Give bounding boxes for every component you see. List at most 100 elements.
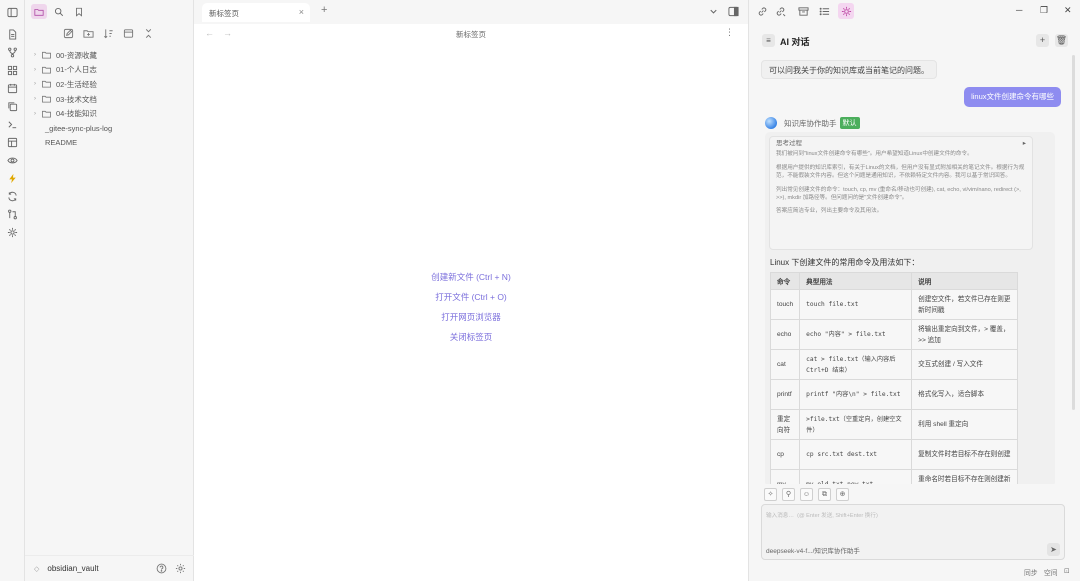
folder-item[interactable]: › 02-生活经验	[34, 77, 194, 92]
git-compare-icon[interactable]	[7, 209, 18, 220]
system-message: 可以问我关于你的知识库或当前笔记的问题。	[761, 60, 937, 79]
table-cell: cp src.txt dest.txt	[799, 439, 913, 470]
view-header: ← → 新标签页 ⋮	[194, 24, 748, 42]
git-branch-icon[interactable]	[7, 47, 18, 58]
eye-icon[interactable]	[7, 155, 18, 166]
create-new-file-link[interactable]: 创建新文件 (Ctrl + N)	[194, 270, 748, 290]
more-options-icon[interactable]: ⋮	[725, 27, 734, 38]
sparkle-icon[interactable]: ✧	[764, 488, 777, 501]
auto-reveal-icon[interactable]	[123, 28, 134, 39]
grid-icon[interactable]	[7, 65, 18, 76]
attach-icon[interactable]: ⚲	[782, 488, 795, 501]
folder-item[interactable]: › 04-技能知识	[34, 106, 194, 121]
thinking-block[interactable]: 思考过程 ▸ 我们被问到"linux文件创建命令有哪些"。用户希望知道Linux中…	[769, 136, 1033, 250]
maximize-button[interactable]: ❐	[1040, 5, 1048, 16]
open-file-link[interactable]: 打开文件 (Ctrl + O)	[194, 290, 748, 310]
composer-toolbar: ✧ ⚲ ☺ ⧉ ⊕	[764, 488, 849, 501]
files-icon[interactable]	[7, 29, 18, 40]
table-cell: 交互式创建 / 写入文件	[911, 349, 1018, 380]
chevron-right-icon: ›	[34, 110, 36, 117]
file-tree: › 00-资源收藏 › 01-个人日志 › 02-生活经验 › 03-技术文档 › 04-…	[34, 48, 194, 150]
folder-item[interactable]: › 01-个人日志	[34, 63, 194, 78]
send-button[interactable]: ➤	[1047, 543, 1060, 556]
file-item[interactable]: README	[34, 136, 194, 151]
sync-icon[interactable]	[7, 191, 18, 202]
table-row: mvmv old.txt new.txt重命名时若目标不存在则创建新文件（实质是…	[769, 469, 1018, 485]
table-row: 重定向符 >file.txt（空重定向，创建空文件） 利用 shell 重定向	[769, 409, 1018, 440]
view-title: 新标签页	[456, 30, 486, 39]
link-icon[interactable]	[757, 6, 768, 17]
expand-icon[interactable]: ▸	[1023, 140, 1026, 148]
archive-icon[interactable]	[798, 6, 809, 17]
settings-burst-icon[interactable]	[7, 227, 18, 238]
bookmark-icon[interactable]	[71, 4, 87, 19]
menu-icon[interactable]: ≡	[762, 34, 775, 47]
close-tab-icon[interactable]: ×	[299, 7, 304, 17]
collapse-all-icon[interactable]	[143, 28, 154, 39]
model-selector[interactable]: deepseek-v4-f.../知识库协作助手	[766, 545, 860, 555]
vault-switch-icon[interactable]: ◇	[34, 565, 39, 573]
message-input[interactable]	[766, 511, 1056, 529]
web-search-icon[interactable]: ⊕	[836, 488, 849, 501]
toggle-right-sidebar-icon[interactable]	[728, 6, 739, 17]
reply-intro: Linux 下创建文件的常用命令及用法如下：	[770, 258, 920, 267]
chevron-down-icon[interactable]	[708, 6, 719, 17]
context-icon[interactable]: ⧉	[818, 488, 831, 501]
new-chat-button[interactable]: +	[1036, 34, 1049, 47]
folder-item[interactable]: › 00-资源收藏	[34, 48, 194, 63]
lightning-icon[interactable]	[7, 173, 18, 184]
status-sync[interactable]: 同步	[1024, 567, 1038, 577]
default-badge: 默认	[839, 117, 860, 129]
sort-icon[interactable]	[103, 28, 114, 39]
minimize-button[interactable]: ─	[1016, 5, 1022, 15]
table-row: touch touch file.txt 创建空文件，若文件已存在则更新时间戳	[769, 289, 1018, 320]
list-icon[interactable]	[819, 6, 830, 17]
folder-item[interactable]: › 03-技术文档	[34, 92, 194, 107]
vault-switcher[interactable]: ◇ obsidian_vault	[25, 555, 194, 581]
tab-new-tab[interactable]: 新标签页 ×	[202, 3, 310, 22]
vault-name[interactable]: obsidian_vault	[47, 564, 156, 573]
table-cell: echo "内容" > file.txt	[799, 319, 913, 350]
assistant-avatar	[765, 117, 777, 129]
table-cell: cat > file.txt（输入内容后 Ctrl+D 结束）	[799, 349, 913, 380]
folder-label: 02-生活经验	[56, 79, 97, 89]
delete-chat-icon[interactable]: 🗑	[1055, 34, 1068, 47]
table-cell: >file.txt（空重定向，创建空文件）	[799, 409, 913, 440]
ai-assistant-icon[interactable]	[838, 3, 854, 19]
file-item[interactable]: _gitee-sync-plus-log	[34, 121, 194, 136]
table-cell: touch	[769, 289, 801, 320]
new-note-icon[interactable]	[63, 28, 74, 39]
table-row: printf printf "内容\n" > file.txt 格式化写入，适合脚本	[769, 379, 1018, 410]
terminal-icon[interactable]	[7, 119, 18, 130]
table-row: cp cp src.txt dest.txt 复制文件时若目标不存在则创建	[769, 439, 1018, 470]
new-tab-button[interactable]: +	[321, 4, 333, 18]
layout-icon[interactable]	[7, 137, 18, 148]
table-row: cat cat > file.txt（输入内容后 Ctrl+D 结束） 交互式创建 …	[769, 349, 1018, 380]
table-cell: 重命名时若目标不存在则创建新文件（实质是移动）	[911, 469, 1018, 485]
help-icon[interactable]	[156, 563, 168, 575]
lock-icon[interactable]: ⊡	[1064, 567, 1070, 575]
settings-icon[interactable]	[175, 563, 187, 575]
table-cell: cp	[769, 439, 801, 470]
table-cell: printf	[769, 379, 801, 410]
search-icon[interactable]	[51, 4, 67, 19]
persona-icon[interactable]: ☺	[800, 488, 813, 501]
main-editor-area: 新标签页 × + ← → 新标签页 ⋮ 创建新文件 (Ctrl + N) 打开文…	[194, 0, 748, 581]
folder-icon	[42, 66, 52, 74]
table-cell: printf "内容\n" > file.txt	[799, 379, 913, 410]
chevron-right-icon: ›	[34, 66, 36, 73]
panel-title: AI 对话	[780, 37, 810, 47]
status-space[interactable]: 空间	[1044, 567, 1058, 577]
close-window-button[interactable]: ✕	[1064, 5, 1072, 16]
chat-scrollbar[interactable]	[1072, 55, 1075, 410]
close-tab-link[interactable]: 关闭标签页	[194, 330, 748, 350]
calendar-icon[interactable]	[7, 83, 18, 94]
file-explorer-tab-icon[interactable]	[31, 4, 47, 19]
new-folder-icon[interactable]	[83, 28, 94, 39]
open-web-browser-link[interactable]: 打开网页浏览器	[194, 310, 748, 330]
folder-label: 04-技能知识	[56, 109, 97, 119]
toggle-sidebar-icon[interactable]	[7, 7, 18, 18]
copy-icon[interactable]	[7, 101, 18, 112]
folder-icon	[42, 95, 52, 103]
outline-link-icon[interactable]	[775, 6, 786, 17]
